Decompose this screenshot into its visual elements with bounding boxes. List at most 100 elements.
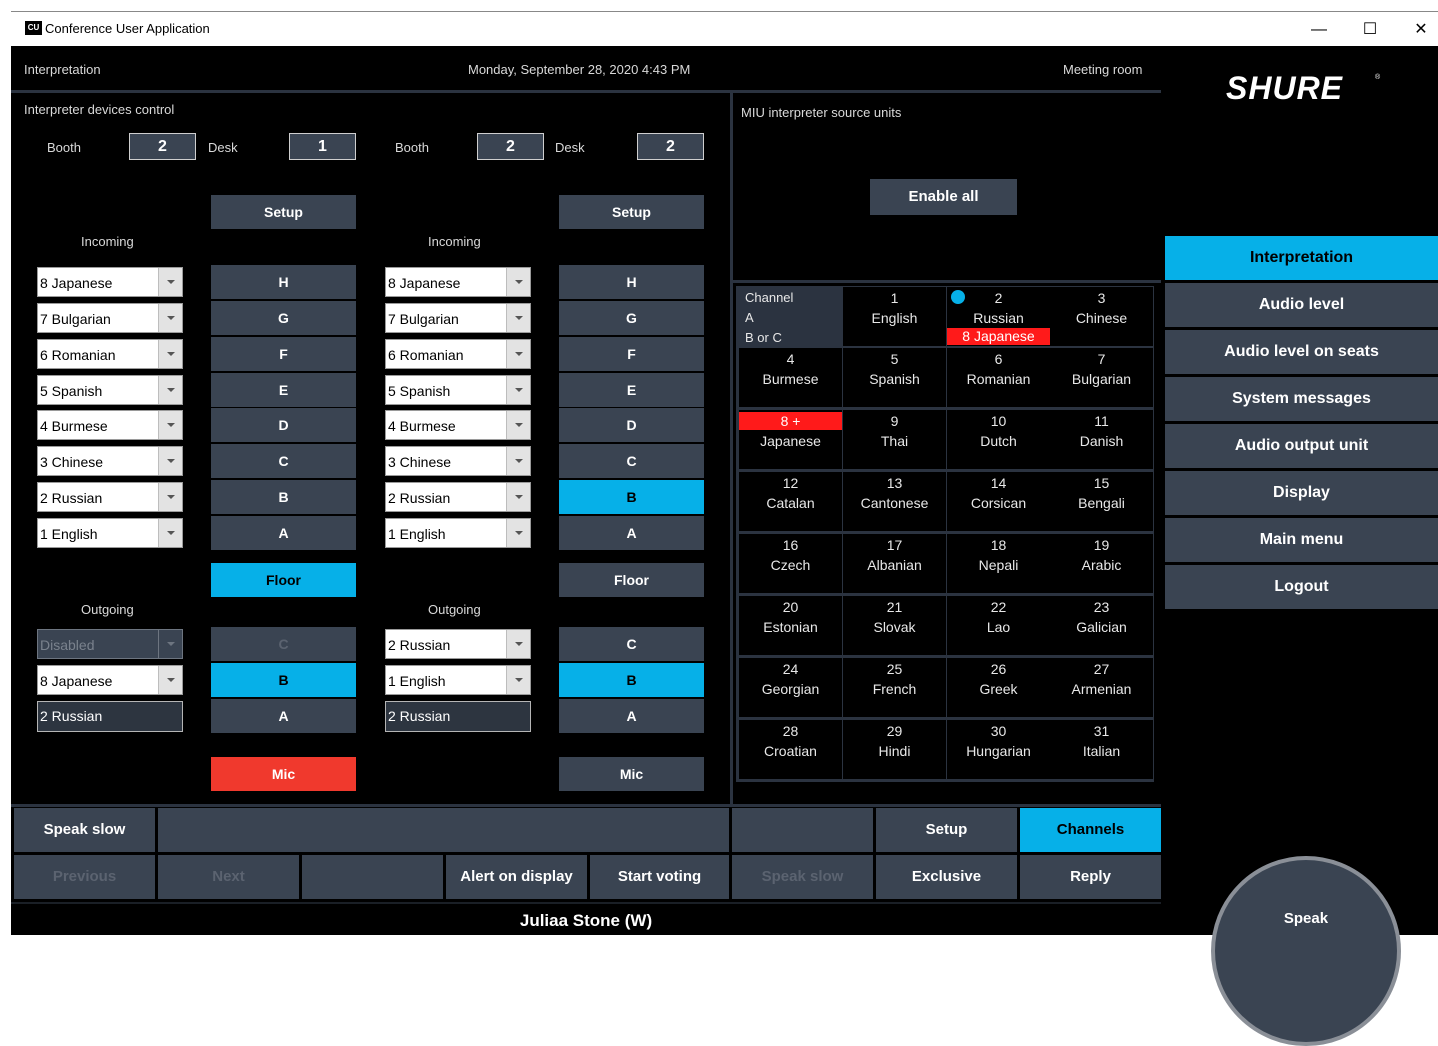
- channel-cell[interactable]: 5 Spanish: [843, 348, 946, 407]
- channel-cell[interactable]: 28 Croatian: [739, 720, 842, 779]
- incoming-select-f[interactable]: 6 Romanian: [37, 339, 183, 369]
- incoming-button-a-2[interactable]: A: [559, 516, 704, 550]
- start-voting-button[interactable]: Start voting: [590, 855, 729, 899]
- speak-slow-button-2[interactable]: Speak slow: [732, 855, 873, 899]
- channel-cell[interactable]: 8 + Japanese: [739, 410, 842, 469]
- channel-cell[interactable]: 14 Corsican: [947, 472, 1050, 531]
- incoming-select-h[interactable]: 8 Japanese: [37, 267, 183, 297]
- incoming-button-g-2[interactable]: G: [559, 301, 704, 335]
- previous-button[interactable]: Previous: [14, 855, 155, 899]
- setup-bottom-button[interactable]: Setup: [876, 808, 1017, 852]
- outgoing-select-c-2[interactable]: 2 Russian: [385, 629, 531, 659]
- booth-number-2[interactable]: 2: [477, 133, 544, 160]
- incoming-button-d-2[interactable]: D: [559, 408, 704, 442]
- channel-cell[interactable]: 18 Nepali: [947, 534, 1050, 593]
- incoming-select-d-2[interactable]: 4 Burmese: [385, 410, 531, 440]
- incoming-select-b[interactable]: 2 Russian: [37, 482, 183, 512]
- minimize-button[interactable]: —: [1296, 18, 1342, 42]
- incoming-button-e-2[interactable]: E: [559, 373, 704, 407]
- incoming-select-c-2[interactable]: 3 Chinese: [385, 446, 531, 476]
- channel-cell[interactable]: 26 Greek: [947, 658, 1050, 717]
- channels-button[interactable]: Channels: [1020, 808, 1161, 852]
- outgoing-select-b-2[interactable]: 1 English: [385, 665, 531, 695]
- speak-slow-button[interactable]: Speak slow: [14, 808, 155, 852]
- next-button[interactable]: Next: [158, 855, 299, 899]
- channel-cell[interactable]: 22 Lao: [947, 596, 1050, 655]
- channel-cell[interactable]: 10 Dutch: [947, 410, 1050, 469]
- channel-cell[interactable]: 9 Thai: [843, 410, 946, 469]
- outgoing-select-b-1[interactable]: 8 Japanese: [37, 665, 183, 695]
- incoming-button-h-1[interactable]: H: [211, 265, 356, 299]
- maximize-button[interactable]: ☐: [1347, 18, 1393, 42]
- incoming-button-f-2[interactable]: F: [559, 337, 704, 371]
- channel-cell[interactable]: 31 Italian: [1050, 720, 1153, 779]
- channel-cell[interactable]: 17 Albanian: [843, 534, 946, 593]
- incoming-select-b-2[interactable]: 2 Russian: [385, 482, 531, 512]
- outgoing-button-c-2[interactable]: C: [559, 627, 704, 661]
- incoming-button-c-2[interactable]: C: [559, 444, 704, 478]
- outgoing-button-a-1[interactable]: A: [211, 699, 356, 733]
- incoming-button-b-1[interactable]: B: [211, 480, 356, 514]
- channel-cell[interactable]: 7 Bulgarian: [1050, 348, 1153, 407]
- incoming-button-c-1[interactable]: C: [211, 444, 356, 478]
- incoming-button-h-2[interactable]: H: [559, 265, 704, 299]
- channel-cell[interactable]: 30 Hungarian: [947, 720, 1050, 779]
- incoming-select-f-2[interactable]: 6 Romanian: [385, 339, 531, 369]
- mic-button-2[interactable]: Mic: [559, 757, 704, 791]
- channel-cell[interactable]: 19 Arabic: [1050, 534, 1153, 593]
- incoming-select-c[interactable]: 3 Chinese: [37, 446, 183, 476]
- floor-button-1[interactable]: Floor: [211, 563, 356, 597]
- outgoing-button-c-1[interactable]: C: [211, 627, 356, 661]
- incoming-button-f-1[interactable]: F: [211, 337, 356, 371]
- channel-cell[interactable]: 2 Russian 8 Japanese: [947, 287, 1050, 346]
- channel-cell[interactable]: 13 Cantonese: [843, 472, 946, 531]
- menu-item-audio-output-unit[interactable]: Audio output unit: [1165, 424, 1438, 468]
- booth-number-1[interactable]: 2: [129, 133, 196, 160]
- channel-cell[interactable]: 1 English: [843, 287, 946, 346]
- outgoing-button-b-2[interactable]: B: [559, 663, 704, 697]
- channel-cell[interactable]: 24 Georgian: [739, 658, 842, 717]
- incoming-select-e-2[interactable]: 5 Spanish: [385, 375, 531, 405]
- channel-cell[interactable]: 25 French: [843, 658, 946, 717]
- outgoing-button-a-2[interactable]: A: [559, 699, 704, 733]
- menu-item-audio-level-on-seats[interactable]: Audio level on seats: [1165, 330, 1438, 374]
- incoming-select-a-2[interactable]: 1 English: [385, 518, 531, 548]
- menu-item-display[interactable]: Display: [1165, 471, 1438, 515]
- setup-button-2[interactable]: Setup: [559, 195, 704, 229]
- setup-button-1[interactable]: Setup: [211, 195, 356, 229]
- channel-cell[interactable]: 11 Danish: [1050, 410, 1153, 469]
- incoming-select-g[interactable]: 7 Bulgarian: [37, 303, 183, 333]
- menu-item-system-messages[interactable]: System messages: [1165, 377, 1438, 421]
- mic-button-1[interactable]: Mic: [211, 757, 356, 791]
- channel-cell[interactable]: 12 Catalan: [739, 472, 842, 531]
- channel-cell[interactable]: 6 Romanian: [947, 348, 1050, 407]
- incoming-button-g-1[interactable]: G: [211, 301, 356, 335]
- channel-cell[interactable]: 20 Estonian: [739, 596, 842, 655]
- channel-cell[interactable]: 3 Chinese: [1050, 287, 1153, 346]
- incoming-button-d-1[interactable]: D: [211, 408, 356, 442]
- menu-item-audio-level[interactable]: Audio level: [1165, 283, 1438, 327]
- channel-cell[interactable]: 15 Bengali: [1050, 472, 1153, 531]
- outgoing-button-b-1[interactable]: B: [211, 663, 356, 697]
- exclusive-button[interactable]: Exclusive: [876, 855, 1017, 899]
- incoming-select-g-2[interactable]: 7 Bulgarian: [385, 303, 531, 333]
- menu-item-main-menu[interactable]: Main menu: [1165, 518, 1438, 562]
- incoming-select-a[interactable]: 1 English: [37, 518, 183, 548]
- alert-on-display-button[interactable]: Alert on display: [446, 855, 587, 899]
- reply-button[interactable]: Reply: [1020, 855, 1161, 899]
- channel-cell[interactable]: 27 Armenian: [1050, 658, 1153, 717]
- incoming-select-d[interactable]: 4 Burmese: [37, 410, 183, 440]
- channel-cell[interactable]: 23 Galician: [1050, 596, 1153, 655]
- enable-all-button[interactable]: Enable all: [870, 179, 1017, 215]
- close-button[interactable]: ✕: [1398, 18, 1438, 42]
- incoming-select-e[interactable]: 5 Spanish: [37, 375, 183, 405]
- menu-item-logout[interactable]: Logout: [1165, 565, 1438, 609]
- menu-item-interpretation[interactable]: Interpretation: [1165, 236, 1438, 280]
- floor-button-2[interactable]: Floor: [559, 563, 704, 597]
- channel-cell[interactable]: 29 Hindi: [843, 720, 946, 779]
- channel-cell[interactable]: 4 Burmese: [739, 348, 842, 407]
- desk-number-1[interactable]: 1: [289, 133, 356, 160]
- desk-number-2[interactable]: 2: [637, 133, 704, 160]
- channel-cell[interactable]: 21 Slovak: [843, 596, 946, 655]
- incoming-button-b-2[interactable]: B: [559, 480, 704, 514]
